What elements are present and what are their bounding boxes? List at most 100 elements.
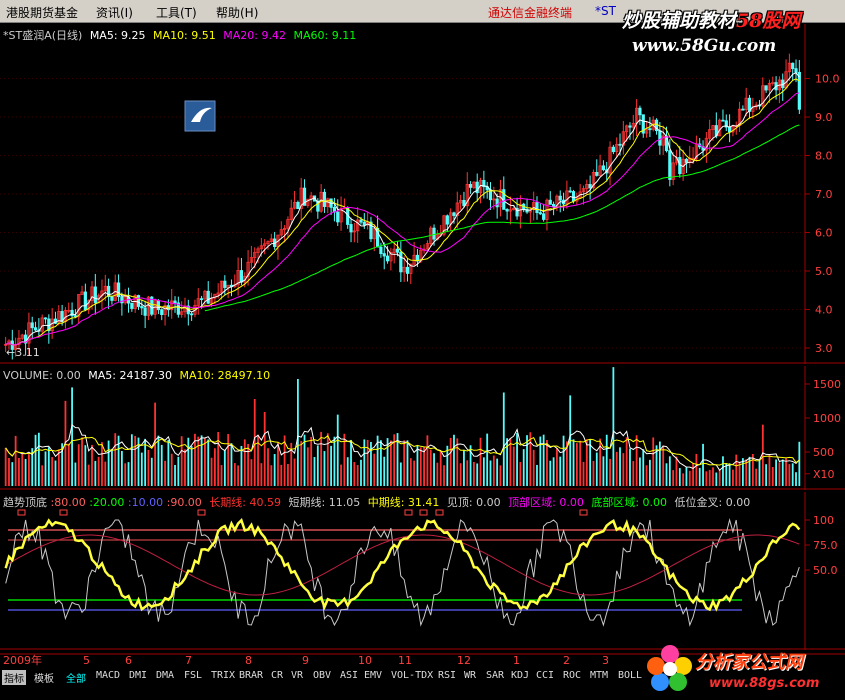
candle-body bbox=[568, 190, 572, 193]
month-label: 6 bbox=[125, 654, 132, 667]
tab-sar[interactable]: SAR bbox=[486, 670, 504, 681]
tab-trix[interactable]: TRIX bbox=[211, 670, 235, 681]
month-label: 12 bbox=[457, 654, 471, 667]
tab-指标[interactable]: 指标 bbox=[2, 670, 26, 685]
candle-body bbox=[70, 309, 74, 317]
tab-模板[interactable]: 模板 bbox=[34, 670, 54, 685]
candle-body bbox=[107, 285, 111, 297]
candle-body bbox=[548, 199, 552, 205]
candle-body bbox=[721, 119, 725, 122]
candle-body bbox=[296, 201, 300, 210]
candle-body bbox=[336, 211, 340, 223]
indicator-tick-label: 100 bbox=[813, 514, 834, 527]
price-tick-label: 10.0 bbox=[815, 73, 840, 86]
volume-tick-label: X10 bbox=[813, 468, 835, 481]
candle-body bbox=[628, 125, 632, 128]
menu-hk-futures[interactable]: 港股期货基金 bbox=[6, 4, 78, 21]
month-label: 1 bbox=[513, 654, 520, 667]
short-term-line bbox=[5, 518, 800, 627]
candle-body bbox=[362, 221, 366, 226]
month-label: 2 bbox=[563, 654, 570, 667]
candle-body bbox=[30, 322, 34, 329]
candle-body bbox=[505, 209, 509, 212]
tab-kdj[interactable]: KDJ bbox=[511, 670, 529, 681]
month-label: 8 bbox=[245, 654, 252, 667]
candle-body bbox=[136, 295, 141, 307]
tab-mtm[interactable]: MTM bbox=[590, 670, 608, 681]
price-tick-label: 5.0 bbox=[815, 265, 833, 278]
candle-body bbox=[33, 327, 38, 331]
tab-obv[interactable]: OBV bbox=[313, 670, 331, 681]
watermark-88gs: 分析家公式网 www.88gs.com bbox=[645, 640, 845, 700]
candle-body bbox=[741, 108, 745, 111]
candle-body bbox=[199, 298, 204, 301]
tab-cci[interactable]: CCI bbox=[536, 670, 554, 681]
candle-body bbox=[432, 227, 436, 240]
candle-body bbox=[618, 143, 622, 146]
top-signal-marker bbox=[59, 509, 68, 516]
candle-body bbox=[684, 158, 689, 163]
candle-body bbox=[382, 253, 386, 257]
candle-body bbox=[794, 68, 798, 73]
menu-info[interactable]: 资讯(I) bbox=[96, 4, 133, 21]
price-tick-label: 3.0 bbox=[815, 342, 833, 355]
volume-tick-label: 1500 bbox=[813, 378, 841, 391]
tab-dmi[interactable]: DMI bbox=[129, 670, 147, 681]
candle-body bbox=[140, 306, 144, 309]
tab-vr[interactable]: VR bbox=[291, 670, 303, 681]
candle-body bbox=[110, 296, 114, 301]
price-tick-label: 4.0 bbox=[815, 304, 833, 317]
candle-body bbox=[143, 307, 147, 316]
candle-body bbox=[130, 302, 134, 309]
tab-fsl[interactable]: FSL bbox=[184, 670, 202, 681]
month-label: 7 bbox=[185, 654, 192, 667]
candle-body bbox=[349, 224, 353, 233]
candle-body bbox=[239, 270, 244, 283]
mid-term-line bbox=[4, 518, 801, 612]
candle-body bbox=[379, 246, 383, 254]
top-signal-marker bbox=[404, 509, 413, 516]
candle-body bbox=[538, 212, 542, 215]
candle-body bbox=[93, 286, 97, 304]
candle-body bbox=[445, 215, 449, 225]
tab-macd[interactable]: MACD bbox=[96, 670, 120, 681]
tab-rsi[interactable]: RSI bbox=[438, 670, 456, 681]
top-signal-marker bbox=[17, 509, 26, 516]
candle-body bbox=[369, 221, 373, 240]
candle-body bbox=[668, 150, 672, 180]
candle-body bbox=[399, 251, 403, 273]
candle-body bbox=[468, 184, 473, 188]
top-signal-marker bbox=[419, 509, 428, 516]
tab-roc[interactable]: ROC bbox=[563, 670, 581, 681]
price-tick-label: 6.0 bbox=[815, 227, 833, 240]
candle-body bbox=[223, 280, 227, 288]
month-label: 9 bbox=[302, 654, 309, 667]
price-chart[interactable]: 10.0 9.0 8.0 7.0 6.0 5.0 4.0 3.0 ←3.11 bbox=[0, 24, 845, 364]
month-label: 11 bbox=[398, 654, 412, 667]
tab-全部[interactable]: 全部 bbox=[66, 670, 86, 685]
ma20-line bbox=[5, 92, 800, 346]
candle-body bbox=[405, 266, 410, 274]
tab-vol-tdx[interactable]: VOL-TDX bbox=[391, 670, 433, 681]
tab-asi[interactable]: ASI bbox=[340, 670, 358, 681]
month-label: 3 bbox=[602, 654, 609, 667]
menu-tools[interactable]: 工具(T) bbox=[156, 4, 197, 21]
menu-help[interactable]: 帮助(H) bbox=[216, 4, 258, 21]
low-price-marker: ←3.11 bbox=[6, 346, 40, 359]
candle-body bbox=[385, 255, 390, 262]
candle-body bbox=[206, 290, 210, 304]
tab-cr[interactable]: CR bbox=[271, 670, 283, 681]
price-tick-label: 9.0 bbox=[815, 111, 833, 124]
volume-chart[interactable]: 1500 1000 500 X10 bbox=[0, 366, 845, 490]
candle-body bbox=[542, 213, 546, 220]
candle-body bbox=[728, 126, 732, 133]
price-tick-label: 7.0 bbox=[815, 188, 833, 201]
tab-boll[interactable]: BOLL bbox=[618, 670, 642, 681]
stock-code-prefix: *ST bbox=[595, 4, 616, 18]
candle-body bbox=[160, 309, 164, 315]
tab-emv[interactable]: EMV bbox=[364, 670, 382, 681]
candle-body bbox=[43, 317, 48, 320]
tab-dma[interactable]: DMA bbox=[156, 670, 174, 681]
tab-wr[interactable]: WR bbox=[464, 670, 476, 681]
tab-brar[interactable]: BRAR bbox=[239, 670, 263, 681]
